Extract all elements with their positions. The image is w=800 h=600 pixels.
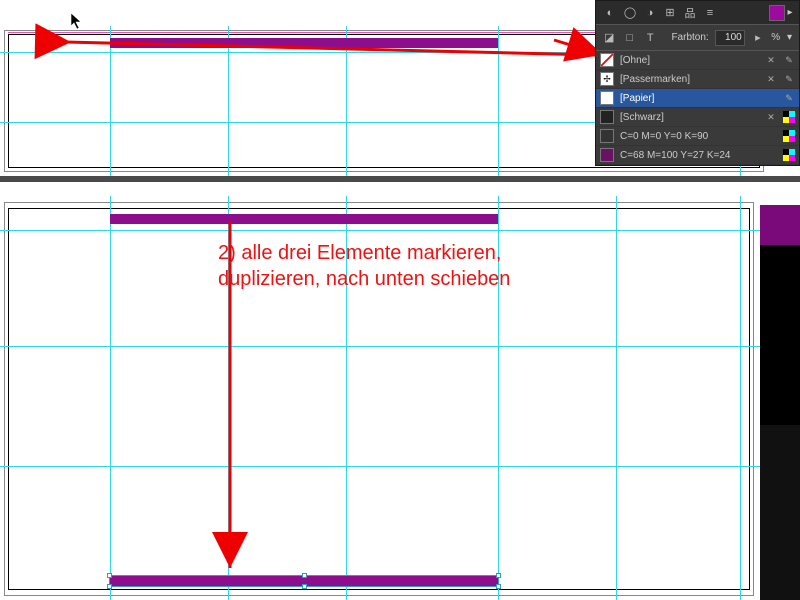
- swatch-name: [Ohne]: [620, 55, 759, 66]
- tab-icon[interactable]: ◑: [641, 4, 659, 22]
- selection-handle[interactable]: [302, 573, 307, 578]
- edit-icon[interactable]: ✎: [783, 54, 795, 66]
- panel-tabbar: ◐ ◯ ◑ ⊞ 品 ≡ ▸: [596, 1, 799, 25]
- edit-icon[interactable]: ✎: [783, 73, 795, 85]
- lock-icon: ✕: [765, 111, 777, 123]
- swatch-row[interactable]: [Passermarken] ✕ ✎: [596, 70, 799, 89]
- vguide: [740, 196, 741, 600]
- swatch-row[interactable]: C=68 M=100 Y=27 K=24: [596, 146, 799, 165]
- thumb: [760, 205, 800, 245]
- swatch-color-box: [600, 91, 614, 105]
- tab-icon[interactable]: ⊞: [661, 4, 679, 22]
- tint-input[interactable]: [715, 30, 745, 46]
- hguide: [0, 346, 800, 347]
- current-color-chip[interactable]: [769, 5, 785, 21]
- swatch-name: [Schwarz]: [620, 112, 759, 123]
- selection-handle[interactable]: [107, 573, 112, 578]
- magenta-bar-b-bottom[interactable]: [110, 576, 498, 586]
- swatch-color-box: [600, 72, 614, 86]
- swatch-row[interactable]: [Schwarz] ✕: [596, 108, 799, 127]
- text-icon[interactable]: T: [644, 29, 656, 47]
- thumb: [760, 245, 800, 425]
- vguide: [498, 26, 499, 176]
- swatch-name: C=68 M=100 Y=27 K=24: [620, 150, 777, 161]
- hguide: [0, 230, 800, 231]
- tint-label: Farbton:: [671, 32, 708, 43]
- panel-flyout-icon[interactable]: ▸: [785, 3, 795, 23]
- swatch-color-box: [600, 53, 614, 67]
- panel-options-row: ◪ □ T Farbton: ▸ % ▾: [596, 25, 799, 51]
- vguide: [110, 26, 111, 176]
- tint-stepper-icon[interactable]: ▸: [752, 29, 764, 47]
- magenta-bar-top[interactable]: [110, 38, 498, 48]
- vguide: [616, 196, 617, 600]
- swatch-row[interactable]: [Papier] ✎: [596, 89, 799, 108]
- annotation-step2-line2: duplizieren, nach unten schieben: [218, 266, 598, 292]
- cursor-icon: [70, 12, 84, 30]
- cmyk-icon: [783, 130, 795, 142]
- tab-icon[interactable]: ◐: [601, 4, 619, 22]
- lock-icon: ✕: [765, 73, 777, 85]
- hguide: [0, 466, 800, 467]
- vguide: [346, 26, 347, 176]
- fill-stroke-icon[interactable]: ◪: [603, 29, 615, 47]
- thumbnail-strip: [760, 205, 800, 600]
- annotation-step2-text: 2) alle drei Elemente markieren, duplizi…: [218, 240, 598, 292]
- swatch-color-box: [600, 129, 614, 143]
- cmyk-icon: [783, 111, 795, 123]
- panel-flyout-icon[interactable]: ▾: [786, 28, 793, 48]
- swatches-panel[interactable]: ◐ ◯ ◑ ⊞ 品 ≡ ▸ ◪ □ T Farbton: ▸ % ▾ [Ohne…: [595, 0, 800, 166]
- swatch-name: [Papier]: [620, 93, 777, 104]
- selection-handle[interactable]: [496, 573, 501, 578]
- annotation-step2-line1: 2) alle drei Elemente markieren,: [218, 240, 598, 266]
- selection-handle[interactable]: [302, 584, 307, 589]
- swatch-color-box: [600, 110, 614, 124]
- tab-icon[interactable]: ≡: [701, 4, 719, 22]
- selection-handle[interactable]: [107, 584, 112, 589]
- tab-icon[interactable]: 品: [681, 4, 699, 22]
- cmyk-icon: [783, 149, 795, 161]
- swatch-name: C=0 M=0 Y=0 K=90: [620, 131, 777, 142]
- canvas-divider: [0, 176, 800, 182]
- vguide: [228, 26, 229, 176]
- container-icon[interactable]: □: [623, 29, 635, 47]
- vguide: [110, 196, 111, 600]
- lock-icon: ✕: [765, 54, 777, 66]
- magenta-bar-b-top[interactable]: [110, 214, 498, 224]
- spacer: [721, 4, 768, 22]
- swatch-list: [Ohne] ✕ ✎ [Passermarken] ✕ ✎ [Papier] ✎ [Schwar…: [596, 51, 799, 165]
- tint-unit: %: [771, 32, 780, 43]
- swatch-row[interactable]: C=0 M=0 Y=0 K=90: [596, 127, 799, 146]
- swatch-row[interactable]: [Ohne] ✕ ✎: [596, 51, 799, 70]
- tab-icon[interactable]: ◯: [621, 4, 639, 22]
- swatch-color-box: [600, 148, 614, 162]
- edit-icon[interactable]: ✎: [783, 92, 795, 104]
- swatch-name: [Passermarken]: [620, 74, 759, 85]
- selection-handle[interactable]: [496, 584, 501, 589]
